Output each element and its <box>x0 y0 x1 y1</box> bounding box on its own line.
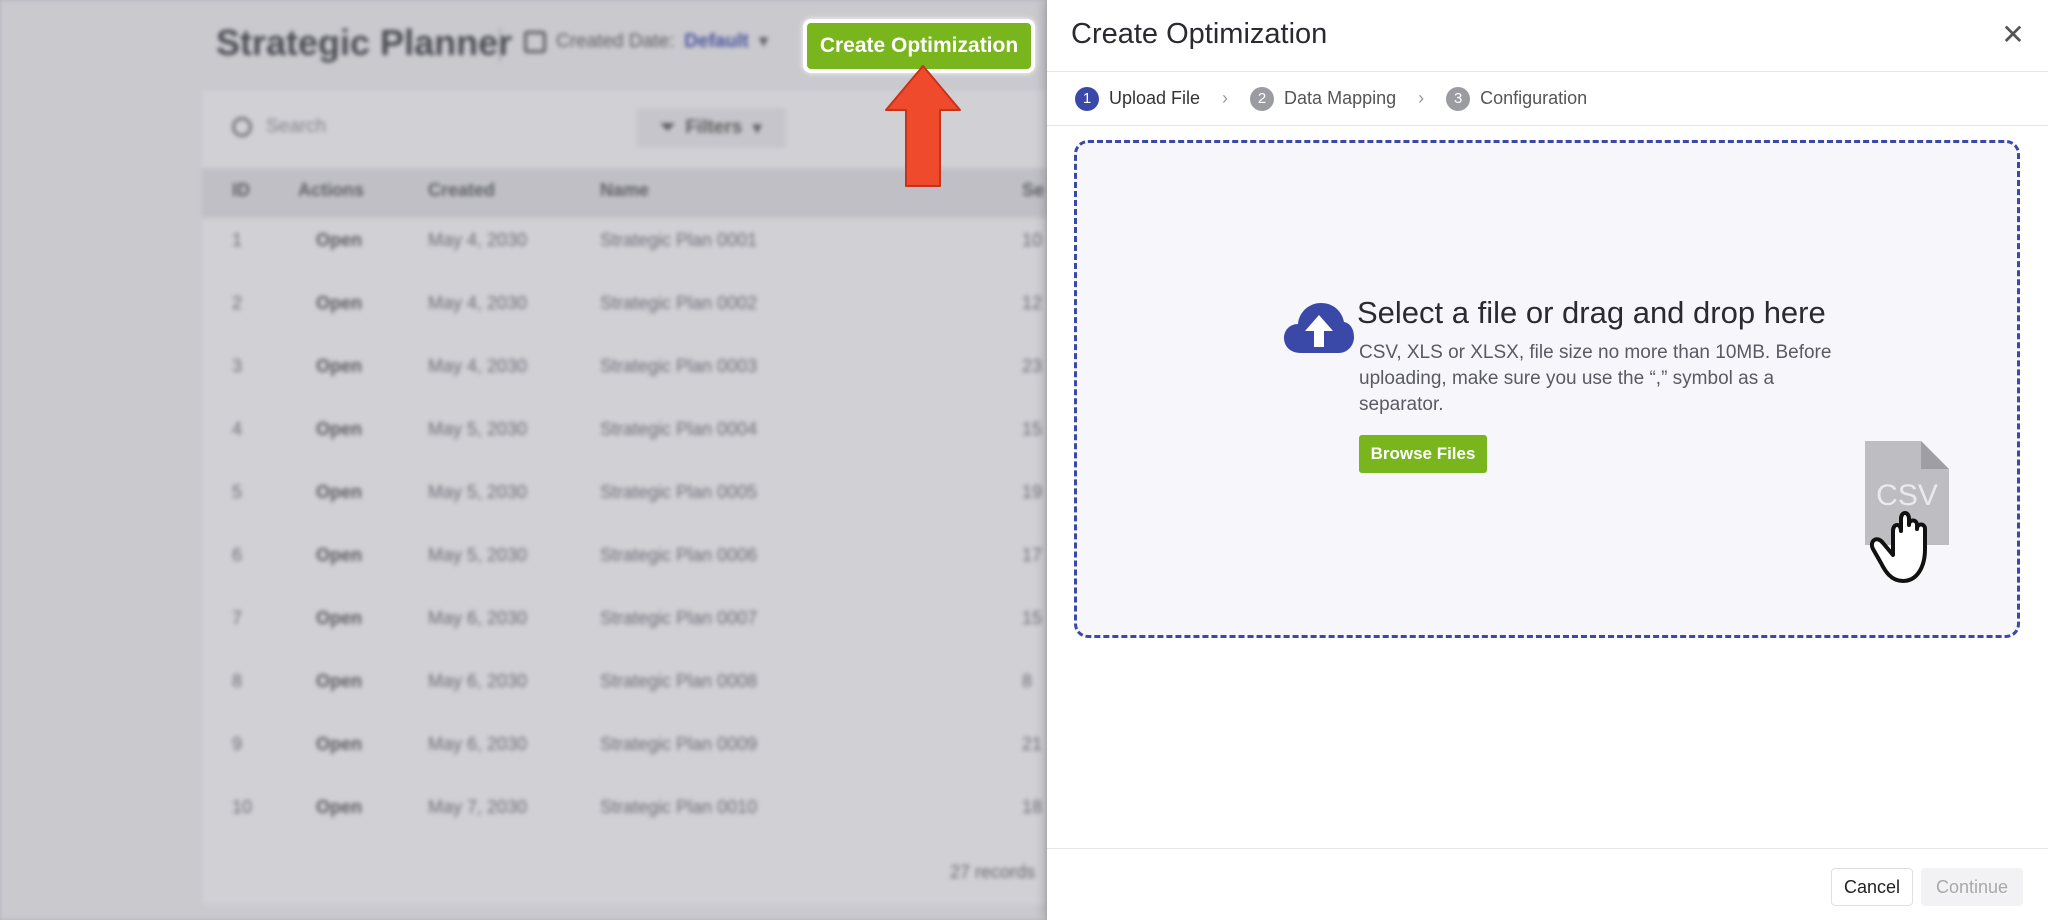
step-label: Data Mapping <box>1284 88 1397 108</box>
step-number: 1 <box>1075 86 1099 111</box>
continue-button[interactable]: Continue <box>1921 868 2023 906</box>
step-label: Configuration <box>1480 88 1588 108</box>
stepper: 1 Upload File › 2 Data Mapping › 3 Confi… <box>1047 72 2048 126</box>
step-upload-file[interactable]: 1 Upload File <box>1075 86 1201 111</box>
red-arrow-up-icon <box>885 65 961 187</box>
step-number: 3 <box>1446 86 1471 111</box>
browse-files-button[interactable]: Browse Files <box>1359 435 1487 473</box>
create-optimization-drawer: Create Optimization ✕ 1 Upload File › 2 … <box>1047 0 2048 920</box>
step-configuration[interactable]: 3 Configuration <box>1446 86 1588 111</box>
drawer-footer: Cancel Continue <box>1047 848 2048 920</box>
dropzone-title: Select a file or drag and drop here <box>1357 295 1826 330</box>
chevron-right-icon: › <box>1222 88 1229 108</box>
drawer-header: Create Optimization ✕ <box>1047 0 2048 72</box>
cloud-upload-icon <box>1284 303 1354 353</box>
step-label: Upload File <box>1109 88 1201 108</box>
csv-file-drag-icon: CSV <box>1865 441 1949 583</box>
drawer-title: Create Optimization <box>1071 18 1328 50</box>
step-data-mapping[interactable]: 2 Data Mapping <box>1250 86 1397 111</box>
chevron-right-icon: › <box>1418 88 1425 108</box>
file-dropzone[interactable]: Select a file or drag and drop here CSV,… <box>1074 140 2020 638</box>
close-icon[interactable]: ✕ <box>1998 20 2028 50</box>
cancel-button[interactable]: Cancel <box>1831 868 1913 906</box>
dropzone-description: CSV, XLS or XLSX, file size no more than… <box>1359 342 1832 415</box>
csv-badge-text: CSV <box>1876 479 1938 512</box>
step-number: 2 <box>1250 86 1275 111</box>
